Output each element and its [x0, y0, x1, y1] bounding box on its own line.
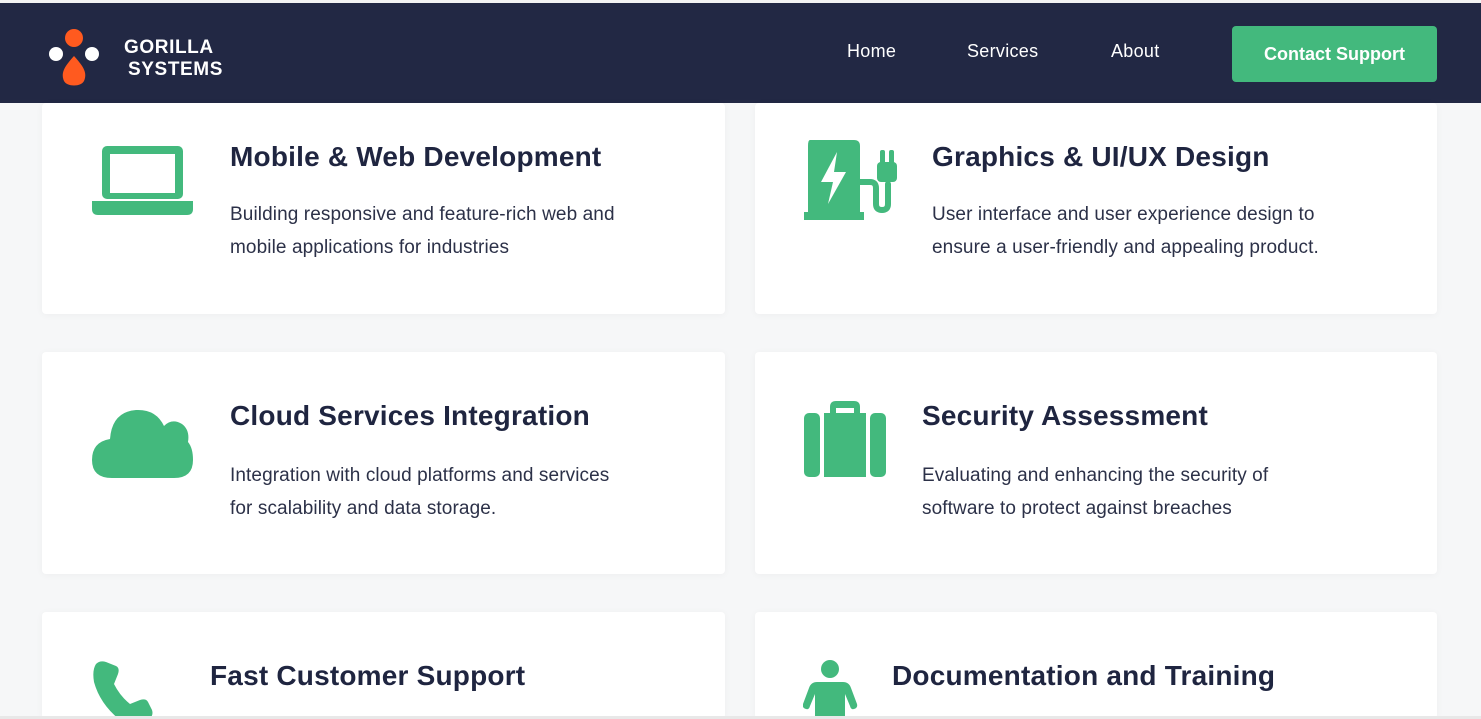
- card-description-line: Evaluating and enhancing the security of: [922, 465, 1269, 486]
- brand-logo[interactable]: GORILLA SYSTEMS: [46, 29, 246, 89]
- card-description-line: for scalability and data storage.: [230, 498, 497, 519]
- card-description: Evaluating and enhancing the security of…: [922, 459, 1268, 525]
- service-card-mobile-web[interactable]: Mobile & Web Development Building respon…: [42, 103, 725, 314]
- laptop-icon: [92, 146, 193, 215]
- service-card-graphics-uiux[interactable]: Graphics & UI/UX Design User interface a…: [755, 103, 1437, 314]
- card-description: Integration with cloud platforms and ser…: [230, 459, 609, 525]
- service-card-support[interactable]: Fast Customer Support: [42, 612, 725, 719]
- card-description-line: Building responsive and feature-rich web…: [230, 204, 615, 225]
- charging-station-icon: [804, 140, 897, 220]
- service-card-cloud[interactable]: Cloud Services Integration Integration w…: [42, 352, 725, 574]
- card-description-line: mobile applications for industries: [230, 237, 510, 258]
- card-title: Cloud Services Integration: [230, 400, 590, 431]
- card-title: Mobile & Web Development: [230, 141, 602, 172]
- service-card-security[interactable]: Security Assessment Evaluating and enhan…: [755, 352, 1437, 574]
- service-card-documentation[interactable]: Documentation and Training: [755, 612, 1437, 719]
- card-title: Security Assessment: [922, 400, 1209, 431]
- card-description-line: User interface and user experience desig…: [932, 204, 1315, 225]
- card-title: Graphics & UI/UX Design: [932, 141, 1270, 172]
- person-icon: [803, 660, 858, 719]
- card-title: Documentation and Training: [892, 660, 1276, 691]
- cloud-icon: [92, 409, 193, 478]
- brand-line-1: GORILLA: [124, 37, 214, 58]
- card-description-line: Integration with cloud platforms and ser…: [230, 465, 610, 486]
- brand-name: GORILLA SYSTEMS: [124, 37, 223, 81]
- phone-icon: [93, 661, 153, 719]
- suitcase-icon: [804, 401, 886, 477]
- nav-about-link[interactable]: About: [1111, 41, 1160, 62]
- gorilla-logo-icon: [49, 29, 99, 86]
- card-description: User interface and user experience desig…: [932, 198, 1319, 264]
- nav-services-link[interactable]: Services: [967, 41, 1038, 62]
- contact-support-button[interactable]: Contact Support: [1232, 26, 1437, 82]
- card-description-line: software to protect against breaches: [922, 498, 1232, 519]
- card-description-line: ensure a user-friendly and appealing pro…: [932, 237, 1319, 258]
- brand-line-2: SYSTEMS: [128, 59, 223, 80]
- site-header: GORILLA SYSTEMS Home Services About Cont…: [0, 3, 1481, 103]
- nav-home-link[interactable]: Home: [847, 41, 896, 62]
- card-description: Building responsive and feature-rich web…: [230, 198, 615, 264]
- card-title: Fast Customer Support: [210, 660, 526, 691]
